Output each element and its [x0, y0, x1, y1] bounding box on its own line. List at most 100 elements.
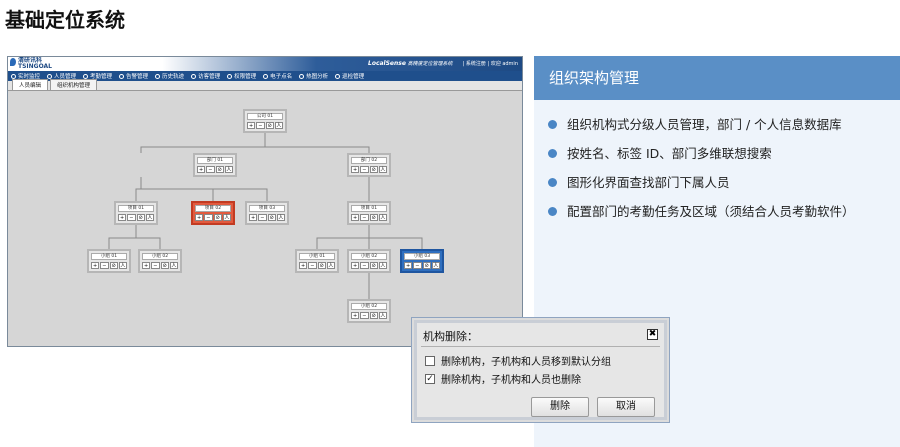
logo-icon: [10, 58, 16, 66]
menu-item-visitor[interactable]: 访客管理: [191, 72, 220, 80]
org-node-group[interactable]: 小组 02 + − ⊘ 人: [138, 249, 182, 273]
add-button[interactable]: +: [351, 312, 360, 319]
add-button[interactable]: +: [249, 214, 258, 221]
add-button[interactable]: +: [142, 262, 151, 269]
checkbox-checked[interactable]: ✓: [425, 373, 435, 384]
org-node-project[interactable]: 项目 01 + − ⊘ 人: [347, 201, 391, 225]
add-button[interactable]: +: [299, 262, 308, 269]
brand-text: 高精度定位管理系统: [407, 61, 453, 67]
disable-button[interactable]: ⊘: [422, 262, 431, 269]
close-icon[interactable]: ✖: [647, 329, 658, 340]
disable-button[interactable]: ⊘: [136, 214, 145, 221]
cancel-button[interactable]: 取消: [597, 397, 655, 417]
person-button[interactable]: 人: [224, 166, 233, 173]
disable-button[interactable]: ⊘: [369, 214, 378, 221]
menu-item-rollcall[interactable]: 电子点名: [263, 72, 292, 80]
person-button[interactable]: 人: [274, 122, 283, 129]
person-button[interactable]: 人: [169, 262, 178, 269]
bullet-icon: [548, 178, 557, 187]
menu-item-permission[interactable]: 权限管理: [227, 72, 256, 80]
add-button[interactable]: +: [197, 166, 206, 173]
remove-button[interactable]: −: [413, 262, 422, 269]
remove-button[interactable]: −: [127, 214, 136, 221]
org-tree-canvas: 公司 01 + − ⊘ 人 部门 01 + − ⊘ 人 部门 02 + − ⊘ 人 项目 01 + − ⊘ 人 …: [8, 91, 522, 346]
person-button[interactable]: 人: [118, 262, 127, 269]
brand-title: LocalSense 高精度定位管理系统: [368, 60, 453, 67]
header-links[interactable]: | 系统注册 | 欢迎 admin: [463, 60, 518, 67]
menu-item-history[interactable]: 历史轨迹: [155, 72, 184, 80]
remove-button[interactable]: −: [360, 214, 369, 221]
person-button[interactable]: 人: [378, 214, 387, 221]
person-button[interactable]: 人: [378, 312, 387, 319]
tab-personnel-edit[interactable]: 人员编辑: [12, 79, 49, 90]
remove-button[interactable]: −: [151, 262, 160, 269]
org-node-group-selected[interactable]: 小组 03 + − ⊘ 人: [400, 249, 444, 273]
org-node-group[interactable]: 小组 01 + − ⊘ 人: [295, 249, 339, 273]
app-screenshot: 清研讯科 TSINGOAL LocalSense 高精度定位管理系统 | 系统注册…: [7, 56, 523, 347]
org-node-group[interactable]: 小组 01 + − ⊘ 人: [87, 249, 131, 273]
disable-button[interactable]: ⊘: [267, 214, 276, 221]
menu-item-heatmap[interactable]: 热图分析: [299, 72, 328, 80]
disable-button[interactable]: ⊘: [215, 166, 224, 173]
org-node-company[interactable]: 公司 01 + − ⊘ 人: [243, 109, 287, 133]
person-button[interactable]: 人: [431, 262, 440, 269]
disable-button[interactable]: ⊘: [109, 262, 118, 269]
bullet-icon: [548, 149, 557, 158]
menu-icon: [263, 73, 269, 79]
remove-button[interactable]: −: [308, 262, 317, 269]
add-button[interactable]: +: [351, 166, 360, 173]
disable-button[interactable]: ⊘: [317, 262, 326, 269]
person-button[interactable]: 人: [276, 214, 285, 221]
remove-button[interactable]: −: [360, 166, 369, 173]
delete-button[interactable]: 删除: [531, 397, 589, 417]
option-move-to-default[interactable]: 删除机构，子机构和人员移到默认分组: [425, 353, 611, 368]
menu-item-patrol[interactable]: 巡检管理: [335, 72, 364, 80]
menu-icon: [299, 73, 305, 79]
remove-button[interactable]: −: [100, 262, 109, 269]
disable-button[interactable]: ⊘: [369, 262, 378, 269]
add-button[interactable]: +: [91, 262, 100, 269]
person-button[interactable]: 人: [222, 214, 231, 221]
org-node-project[interactable]: 项目 01 + − ⊘ 人: [114, 201, 158, 225]
person-button[interactable]: 人: [378, 166, 387, 173]
add-button[interactable]: +: [195, 214, 204, 221]
person-button[interactable]: 人: [145, 214, 154, 221]
org-node-dept[interactable]: 部门 02 + − ⊘ 人: [347, 153, 391, 177]
panel-title: 组织架构管理: [534, 56, 900, 100]
org-node-dept[interactable]: 部门 01 + − ⊘ 人: [193, 153, 237, 177]
feature-item: 配置部门的考勤任务及区域（须结合人员考勤软件）: [548, 197, 900, 226]
disable-button[interactable]: ⊘: [369, 166, 378, 173]
disable-button[interactable]: ⊘: [213, 214, 222, 221]
feature-item: 按姓名、标签 ID、部门多维联想搜索: [548, 139, 900, 168]
menu-icon: [227, 73, 233, 79]
remove-button[interactable]: −: [204, 214, 213, 221]
tab-org-management[interactable]: 组织机构管理: [50, 79, 98, 90]
add-button[interactable]: +: [351, 262, 360, 269]
org-node-project-selected[interactable]: 项目 02 + − ⊘ 人: [191, 201, 235, 225]
remove-button[interactable]: −: [206, 166, 215, 173]
remove-button[interactable]: −: [360, 262, 369, 269]
tab-bar: 人员编辑 组织机构管理: [8, 79, 522, 91]
menu-icon: [155, 73, 161, 79]
add-button[interactable]: +: [247, 122, 256, 129]
remove-button[interactable]: −: [360, 312, 369, 319]
org-node-group[interactable]: 小组 02 + − ⊘ 人: [347, 299, 391, 323]
person-button[interactable]: 人: [326, 262, 335, 269]
feature-item: 图形化界面查找部门下属人员: [548, 168, 900, 197]
delete-org-dialog: 机构删除： ✖ 删除机构，子机构和人员移到默认分组 ✓ 删除机构，子机构和人员也…: [411, 317, 670, 423]
menu-item-alarm[interactable]: 告警管理: [119, 72, 148, 80]
person-button[interactable]: 人: [378, 262, 387, 269]
add-button[interactable]: +: [351, 214, 360, 221]
org-node-project[interactable]: 项目 03 + − ⊘ 人: [245, 201, 289, 225]
org-node-group[interactable]: 小组 02 + − ⊘ 人: [347, 249, 391, 273]
add-button[interactable]: +: [404, 262, 413, 269]
disable-button[interactable]: ⊘: [160, 262, 169, 269]
remove-button[interactable]: −: [258, 214, 267, 221]
disable-button[interactable]: ⊘: [369, 312, 378, 319]
remove-button[interactable]: −: [256, 122, 265, 129]
option-delete-all[interactable]: ✓ 删除机构，子机构和人员也删除: [425, 371, 581, 386]
menu-icon: [335, 73, 341, 79]
disable-button[interactable]: ⊘: [265, 122, 274, 129]
checkbox-unchecked[interactable]: [425, 355, 435, 366]
add-button[interactable]: +: [118, 214, 127, 221]
